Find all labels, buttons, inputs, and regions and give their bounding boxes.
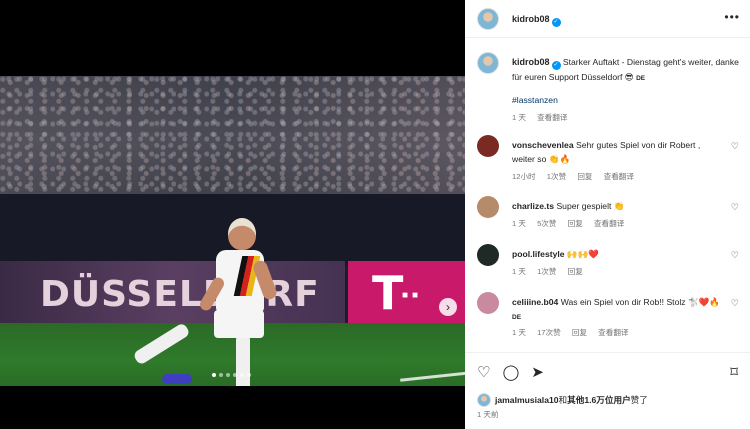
reply-button[interactable]: 回复 (577, 172, 592, 181)
comment-item: pool.lifestyle 🙌🙌❤️ 1 天 1次赞 回复 ♡ (477, 244, 745, 294)
liked-by-username[interactable]: jamalmusiala10 (495, 395, 559, 405)
avatar[interactable] (477, 8, 499, 30)
sponsor-logo: T (372, 266, 404, 320)
bookmark-icon[interactable]: ⌑ (730, 363, 738, 381)
language-tag: DE (636, 75, 646, 82)
comment-icon[interactable]: ◯ (502, 363, 519, 381)
carousel-dot (233, 373, 237, 377)
comment-username[interactable]: charlize.ts (512, 201, 554, 211)
like-comment-icon[interactable]: ♡ (731, 250, 739, 261)
caption-username[interactable]: kidrob08 (512, 57, 550, 67)
avatar[interactable] (477, 196, 499, 218)
comment-text: Was ein Spiel von dir Rob!! Stolz 🐩❤️🔥 (560, 297, 721, 307)
post-header: kidrob08 ✓ ••• (465, 0, 750, 38)
comment-item: charlize.ts Super gespielt 👏 1 天 5次赞 回复 … (477, 196, 745, 246)
language-tag: DE (512, 314, 522, 321)
see-translation-link[interactable]: 查看翻译 (537, 113, 567, 122)
next-slide-button[interactable]: › (439, 298, 457, 316)
share-icon[interactable]: ➤ (531, 363, 544, 381)
comment-username[interactable]: celiiine.b04 (512, 297, 558, 307)
chevron-right-icon: › (446, 300, 450, 314)
comment-time: 12小时 (512, 172, 536, 181)
avatar[interactable] (477, 135, 499, 157)
comment-item: vonschevenlea Sehr gutes Spiel von dir R… (477, 135, 745, 185)
avatar[interactable] (477, 52, 499, 74)
carousel-dot (247, 373, 251, 377)
post-sidebar: kidrob08 ✓ ••• kidrob08 ✓ Starker Auftakt … (465, 0, 750, 429)
comment-item: celiiine.b04 Was ein Spiel von dir Rob!!… (477, 292, 745, 342)
post-timestamp: 1 天前 (477, 410, 499, 419)
reply-button[interactable]: 回复 (568, 219, 583, 228)
avatar[interactable] (477, 244, 499, 266)
see-translation-link[interactable]: 查看翻译 (594, 219, 624, 228)
comment-username[interactable]: pool.lifestyle (512, 249, 565, 259)
carousel-dot (226, 373, 230, 377)
reply-button[interactable]: 回复 (572, 328, 587, 337)
post-viewer: DÜSSELDORF T ■■ › kidrob08 ✓ ••• kidrob0… (0, 0, 750, 429)
carousel-dot (240, 373, 244, 377)
more-options-icon[interactable]: ••• (724, 10, 740, 24)
author-username[interactable]: kidrob08 ✓ (512, 14, 561, 27)
player-figure (132, 216, 290, 386)
carousel-indicator (212, 373, 251, 377)
liked-by-others-link[interactable]: 其他1.6万位用户 (567, 394, 631, 406)
caption-time: 1 天 (512, 113, 526, 122)
verified-icon: ✓ (551, 61, 561, 70)
avatar[interactable] (477, 393, 491, 407)
avatar[interactable] (477, 292, 499, 314)
comment-likes[interactable]: 17次赞 (537, 328, 561, 337)
see-translation-link[interactable]: 查看翻译 (604, 172, 634, 181)
comment-username[interactable]: vonschevenlea (512, 140, 574, 150)
post-media[interactable]: DÜSSELDORF T ■■ › (0, 76, 465, 386)
like-comment-icon[interactable]: ♡ (731, 202, 739, 213)
like-comment-icon[interactable]: ♡ (731, 141, 739, 152)
likes-summary: jamalmusiala10 和 其他1.6万位用户 赞了 (477, 393, 648, 407)
carousel-dot (212, 373, 216, 377)
comment-text: Super gespielt 👏 (556, 201, 625, 211)
hashtag-link[interactable]: #lasstanzen (512, 95, 558, 105)
see-translation-link[interactable]: 查看翻译 (598, 328, 628, 337)
comment-text: 🙌🙌❤️ (566, 249, 600, 259)
verified-icon: ✓ (551, 18, 561, 27)
heart-icon[interactable]: ♡ (477, 363, 490, 381)
comment-time: 1 天 (512, 328, 526, 337)
carousel-dot (219, 373, 223, 377)
comment-time: 1 天 (512, 267, 526, 276)
comment-likes[interactable]: 1次赞 (537, 267, 556, 276)
comment-likes[interactable]: 5次赞 (537, 219, 556, 228)
comment-time: 1 天 (512, 219, 526, 228)
comment-likes[interactable]: 1次赞 (547, 172, 566, 181)
like-comment-icon[interactable]: ♡ (731, 298, 739, 309)
post-actions-footer: ♡ ◯ ➤ ⌑ jamalmusiala10 和 其他1.6万位用户 赞了 1 … (465, 352, 750, 429)
reply-button[interactable]: 回复 (568, 267, 583, 276)
